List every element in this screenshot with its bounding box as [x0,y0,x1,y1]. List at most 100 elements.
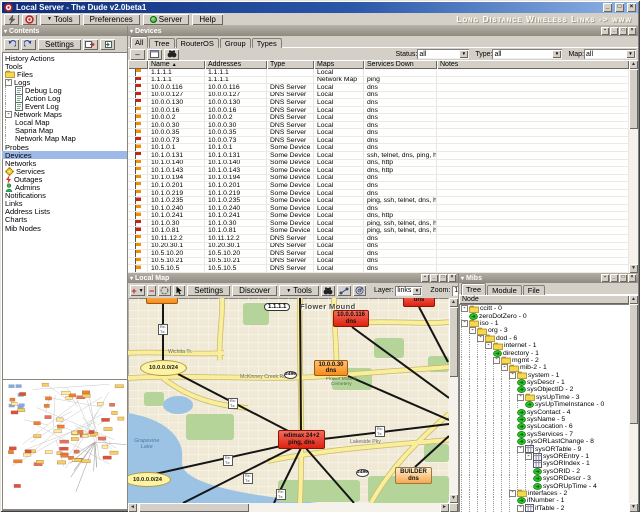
mib-node-sysuptimeinstance-0[interactable]: sysUpTimeInstance - 0 [459,401,629,408]
mib-node-zerodotzero-0[interactable]: zeroDotZero - 0 [459,312,629,319]
map-node-builder[interactable]: BUILDERdns [395,467,432,484]
pin-button[interactable]: ▪ [601,274,609,282]
layer-select[interactable]: links▼ [395,286,422,296]
settings-button[interactable]: Settings [38,39,81,50]
scroll-thumb[interactable] [449,307,458,377]
devices-tab-types[interactable]: Types [252,38,282,48]
tools-menu-button[interactable]: ▼Tools [40,14,80,25]
collapse-toggle[interactable]: - [517,446,524,453]
devices-tab-all[interactable]: All [130,36,148,48]
mib-node-mgmt-2[interactable]: -mgmt - 2 [459,357,629,364]
mib-node-system-1[interactable]: -system - 1 [459,372,629,379]
rotate-tool-button[interactable] [158,285,171,296]
map-settings-button[interactable]: Settings [187,285,230,296]
column-header-flag[interactable] [128,60,148,69]
device-row[interactable]: 1.1.1.11.1.1.1Network Mapping [128,77,629,85]
collapse-toggle[interactable]: - [493,357,500,364]
device-row[interactable]: 10.20.30.110.20.30.1DNS ServerLocaldns [128,243,629,251]
mib-node-sysorlastchange-8[interactable]: sysORLastChange - 8 [459,438,629,445]
scroll-left-button[interactable]: ◄ [128,503,137,512]
device-row[interactable]: 10.1.0.3010.1.0.30Some DeviceLocalping, … [128,220,629,228]
device-row[interactable]: 10.0.0.11610.0.0.116DNS ServerLocaldns [128,84,629,92]
collapse-toggle[interactable]: - [509,372,516,379]
mib-node-ccitt-0[interactable]: -ccitt - 0 [459,305,629,312]
mib-node-syscontact-4[interactable]: sysContact - 4 [459,408,629,415]
collapse-toggle[interactable]: - [461,305,468,312]
pin-button[interactable]: ▪ [421,274,429,282]
server-button[interactable]: Server [143,14,190,25]
mib-node-directory-1[interactable]: directory - 1 [459,349,629,356]
map-node-dns[interactable]: dns [146,298,178,304]
link-stats-badge[interactable]: Rx:Tx: [276,489,286,500]
device-row[interactable]: 10.1.0.14010.1.0.140Some DeviceLocaldns,… [128,160,629,168]
link-stats-badge[interactable]: Rx:Tx: [228,398,238,409]
device-row[interactable]: 10.11.12.210.11.12.2DNS ServerLocaldns [128,235,629,243]
panel-caret-icon[interactable]: ▾ [130,28,133,35]
column-header-name[interactable]: Name▲ [148,60,205,69]
panel-caret-icon[interactable]: ▾ [4,28,7,35]
collapse-toggle[interactable]: - [517,394,524,401]
map-node-dns[interactable]: dns [403,298,435,307]
mib-node-dod-6[interactable]: -dod - 6 [459,335,629,342]
map-canvas[interactable]: Flower MoundWichita Tr.McKinney Creek Rd… [128,298,449,503]
device-row[interactable]: 10.1.0.20110.1.0.201Some DeviceLocaldns [128,182,629,190]
minimap-preview[interactable] [2,379,128,510]
mib-node-sysdescr-1[interactable]: sysDescr - 1 [459,379,629,386]
mib-node-sysortable-9[interactable]: -sysORTable - 9 [459,445,629,452]
minimize-panel-button[interactable]: _ [430,274,438,282]
collapse-toggle[interactable]: - [501,364,508,371]
device-row[interactable]: 10.1.0.21910.1.0.219Some DeviceLocaldns [128,190,629,198]
collapse-toggle[interactable]: - [5,111,12,118]
pin-button[interactable]: ▪ [601,27,609,35]
mib-node-sysobjectid-2[interactable]: sysObjectID - 2 [459,386,629,393]
collapse-toggle[interactable]: - [509,490,516,497]
mib-node-sysorid-2[interactable]: sysORID - 2 [459,468,629,475]
add-link-button[interactable] [337,285,351,296]
device-row[interactable]: 10.0.0.13010.0.0.130DNS ServerLocaldns [128,99,629,107]
devices-scrollbar[interactable]: ▲ ▼ [629,60,638,273]
device-row[interactable]: 10.0.0.7310.0.0.73DNS ServerLocaldns [128,137,629,145]
map-find-button[interactable] [321,285,335,296]
map-hscrollbar[interactable]: ◄ ► [128,503,449,512]
scroll-down-button[interactable]: ▼ [449,494,458,503]
filter-select-map[interactable]: all▼ [584,49,636,59]
scroll-thumb[interactable] [629,69,638,129]
collapse-toggle[interactable]: - [525,453,532,460]
link-stats-badge[interactable]: Rx:Tx: [243,473,253,484]
link-stats-badge[interactable]: Rx:Tx: [223,455,233,466]
mibs-tab-tree[interactable]: Tree [461,283,486,295]
device-row[interactable]: 10.1.0.19410.1.0.194Some DeviceLocaldns [128,175,629,183]
device-row[interactable]: 10.1.0.24010.1.0.240Some DeviceLocaldns [128,205,629,213]
mibs-scrollbar[interactable]: ▲ ▼ [629,295,638,512]
mibs-tab-module[interactable]: Module [487,285,522,295]
dropdown-button[interactable]: ▼ [459,50,468,58]
map-vscrollbar[interactable]: ▲ ▼ [449,298,458,503]
mib-node-sysordescr-3[interactable]: sysORDescr - 3 [459,475,629,482]
close-panel-button[interactable]: × [628,274,636,282]
connect-button[interactable] [4,14,19,25]
network-cloud-10-0-0-0-24[interactable]: 10.0.0.0/24 [140,360,187,376]
link-stats-badge[interactable]: Rx:Tx: [375,426,385,437]
device-row[interactable]: 10.5.10.2110.5.10.21DNS ServerLocaldns [128,258,629,266]
export-button[interactable] [83,39,98,50]
device-row[interactable]: 10.5.10.510.5.10.5DNS ServerLocaldns [128,265,629,273]
scroll-up-button[interactable]: ▲ [629,60,638,69]
device-row[interactable]: 10.1.0.23510.1.0.235Some DeviceLocalping… [128,197,629,205]
device-row[interactable]: 1.1.1.11.1.1.1Local [128,69,629,77]
redo-button[interactable] [21,39,36,50]
close-button[interactable]: × [627,3,636,12]
collapse-toggle[interactable]: - [461,320,468,327]
panel-caret-icon[interactable]: ▾ [461,275,464,282]
mib-node-sysservices-7[interactable]: sysServices - 7 [459,431,629,438]
filter-select-type[interactable]: all▼ [492,49,562,59]
find-button[interactable] [164,49,179,60]
column-header-maps[interactable]: Maps [314,60,364,69]
maximize-button[interactable]: □ [615,3,624,12]
device-row[interactable]: 10.0.0.3510.0.0.35DNS ServerLocaldns [128,129,629,137]
minimize-panel-button[interactable]: _ [610,27,618,35]
scroll-thumb[interactable] [139,503,249,512]
filter-select-status[interactable]: all▼ [417,49,469,59]
device-row[interactable]: 10.0.0.3010.0.0.30DNS ServerLocaldns [128,122,629,130]
map-node-10-0-0-116[interactable]: 10.0.0.116dns [333,310,369,327]
panel-caret-icon[interactable]: ▾ [130,275,133,282]
